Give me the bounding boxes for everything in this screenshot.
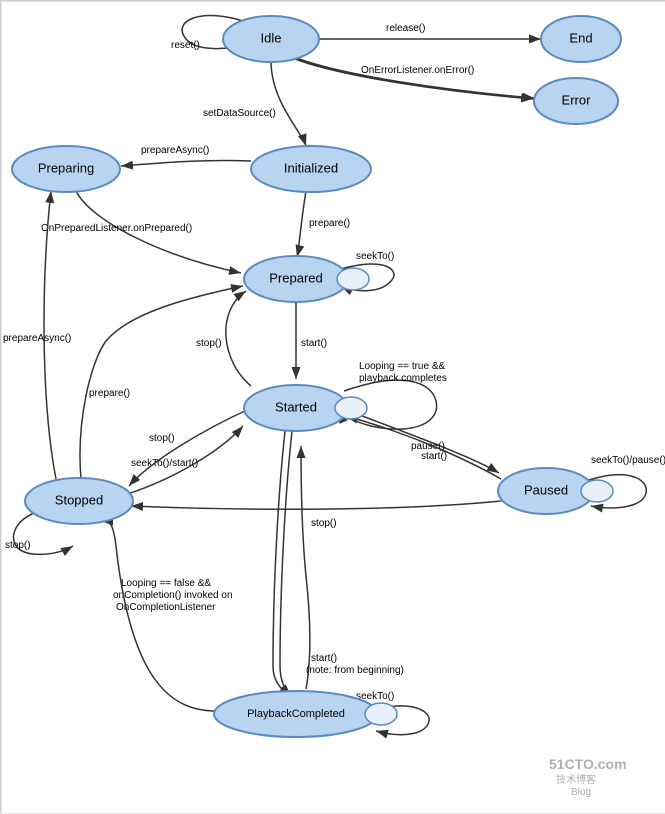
label-loopingfalse: Looping == false && [121,578,211,589]
label-start-playback: start() [311,653,337,664]
state-started-loop [335,397,367,419]
label-seekto-paused: seekTo()/pause() [591,455,665,466]
label-stop-started: stop() [149,433,175,444]
watermark-line1: 51CTO.com [549,756,627,772]
label-prepared: Prepared [269,270,322,285]
label-prepare-stopped: prepare() [89,388,130,399]
state-playback-loop [365,703,397,725]
label-loopingfalse2: onCompletion() invoked on [113,590,233,601]
label-stop-stopped: stop() [5,540,31,551]
label-initialized: Initialized [284,160,338,175]
label-start-paused: start() [421,451,447,462]
label-start-prepared: start() [301,338,327,349]
label-looping2: playback completes [359,373,447,384]
label-playbackcompleted: PlaybackCompleted [247,708,345,720]
label-prepare-init: prepare() [309,218,350,229]
label-preparing: Preparing [38,160,94,175]
state-prepared-loop [337,268,369,290]
watermark-line2: 技术博客 [556,773,596,786]
label-setdatasource: setDataSource() [203,108,276,119]
label-paused: Paused [524,482,568,497]
label-stop-paused: stop() [311,518,337,529]
label-reset: reset() [171,40,200,51]
state-paused-loop [581,480,613,502]
label-onprepared: OnPreparedListener.onPrepared() [41,223,192,234]
label-idle: Idle [261,30,282,45]
label-end: End [569,30,592,45]
label-prepareasync-init: prepareAsync() [141,145,209,156]
diagram-container: reset() release() OnErrorListener.onErro… [0,0,665,813]
label-release: release() [386,23,425,34]
label-seekto-start-stopped: seekTo()/start() [131,458,198,469]
label-started: Started [275,399,317,414]
label-error: Error [562,92,592,107]
label-start-playback2: (note: from beginning) [306,665,404,676]
watermark-line3: Blog [571,787,591,798]
label-stopped: Stopped [55,492,103,507]
label-onerror: OnErrorListener.onError() [361,65,474,76]
label-loopingfalse3: OnCompletionListener [116,602,216,613]
label-looping: Looping == true && [359,361,446,372]
label-prepareasync-stopped: prepareAsync() [3,333,71,344]
label-seekto-prepared: seekTo() [356,251,394,262]
label-stop-started-prepared: stop() [196,338,222,349]
